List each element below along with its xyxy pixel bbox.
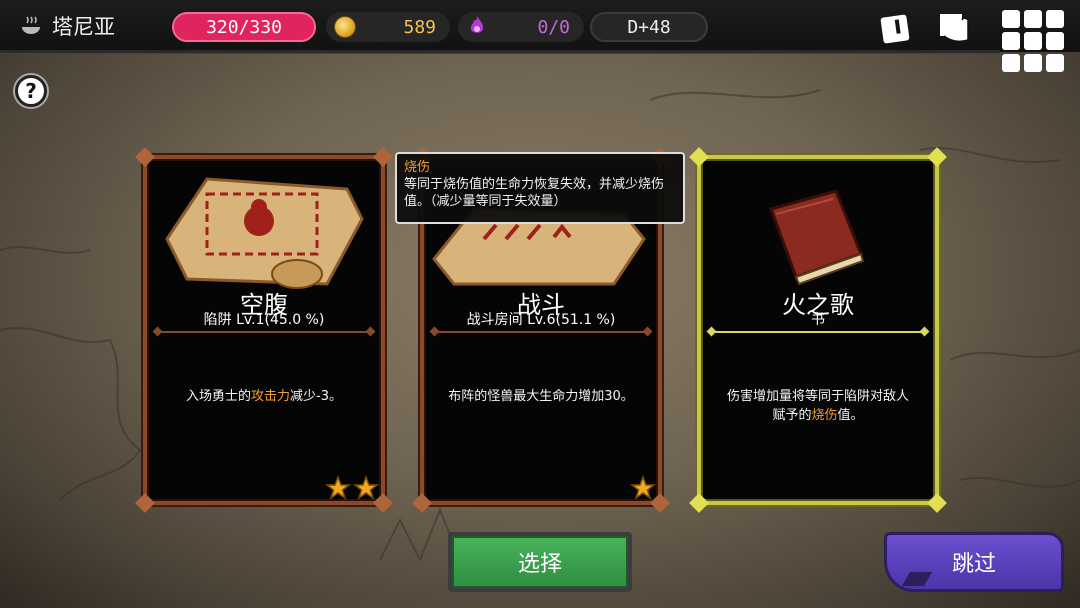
day-value: D+48 <box>627 16 671 38</box>
card-divider <box>711 331 925 333</box>
tooltip-body: 等同于烧伤值的生命力恢复失效，并减少烧伤值。（减少量等同于失效量） <box>404 177 665 209</box>
burn-tooltip: 烧伤 等同于烧伤值的生命力恢复失效，并减少烧伤值。（减少量等同于失效量） <box>395 152 685 224</box>
card-description: 伤害增加量将等同于陷阱对敌人 赋予的烧伤值。 <box>726 389 909 423</box>
cauldron-icon <box>22 16 40 34</box>
map-scroll-icon[interactable] <box>934 10 974 46</box>
card-subtitle: 书 <box>811 312 825 328</box>
hp-display: 320/330 <box>172 12 316 42</box>
day-counter: D+48 <box>590 12 708 42</box>
star-icon <box>325 475 351 500</box>
location-name: 塔尼亚 <box>52 15 115 39</box>
gold-display: 589 <box>326 12 450 42</box>
card-subtitle: 战斗房间 Lv.6(51.1 %) <box>466 312 616 328</box>
tooltip-title: 烧伤 <box>404 160 431 175</box>
gold-value: 589 <box>403 16 436 38</box>
card-stars <box>323 475 379 501</box>
hp-value: 320/330 <box>206 16 282 38</box>
purple-flame-icon <box>470 16 484 33</box>
location-indicator: 塔尼亚 <box>18 10 115 42</box>
card-divider <box>434 331 648 333</box>
card-description: 布阵的怪兽最大生命力增加30。 <box>448 389 634 404</box>
soul-display: 0/0 <box>458 12 584 42</box>
star-icon <box>630 475 656 500</box>
soul-value: 0/0 <box>537 16 570 38</box>
card-subtitle: 陷阱 Lv.1(45.0 %) <box>203 312 325 328</box>
coin-stack-icon <box>334 16 356 38</box>
reward-card-book[interactable]: 火之歌 书 伤害增加量将等同于陷阱对敌人 赋予的烧伤值。 <box>689 147 947 513</box>
select-button-label: 选择 <box>452 536 628 588</box>
card-stars <box>628 475 656 501</box>
reward-card-trap[interactable]: 空腹 陷阱 Lv.1(45.0 %) 入场勇士的攻击力减少-3。 <box>135 147 393 513</box>
grid-menu-button[interactable] <box>1000 8 1064 72</box>
top-bar-trim <box>0 50 1000 54</box>
card-deck-icon[interactable] <box>876 10 916 46</box>
grid-menu-icon <box>1002 10 1020 28</box>
star-icon <box>353 475 379 500</box>
help-button[interactable]: ? <box>15 75 47 107</box>
card-description: 入场勇士的攻击力减少-3。 <box>186 389 342 404</box>
select-button[interactable]: 选择 <box>448 532 632 592</box>
trap-scroll-icon <box>165 177 364 289</box>
red-book-icon <box>769 189 865 286</box>
card-divider <box>157 331 371 333</box>
